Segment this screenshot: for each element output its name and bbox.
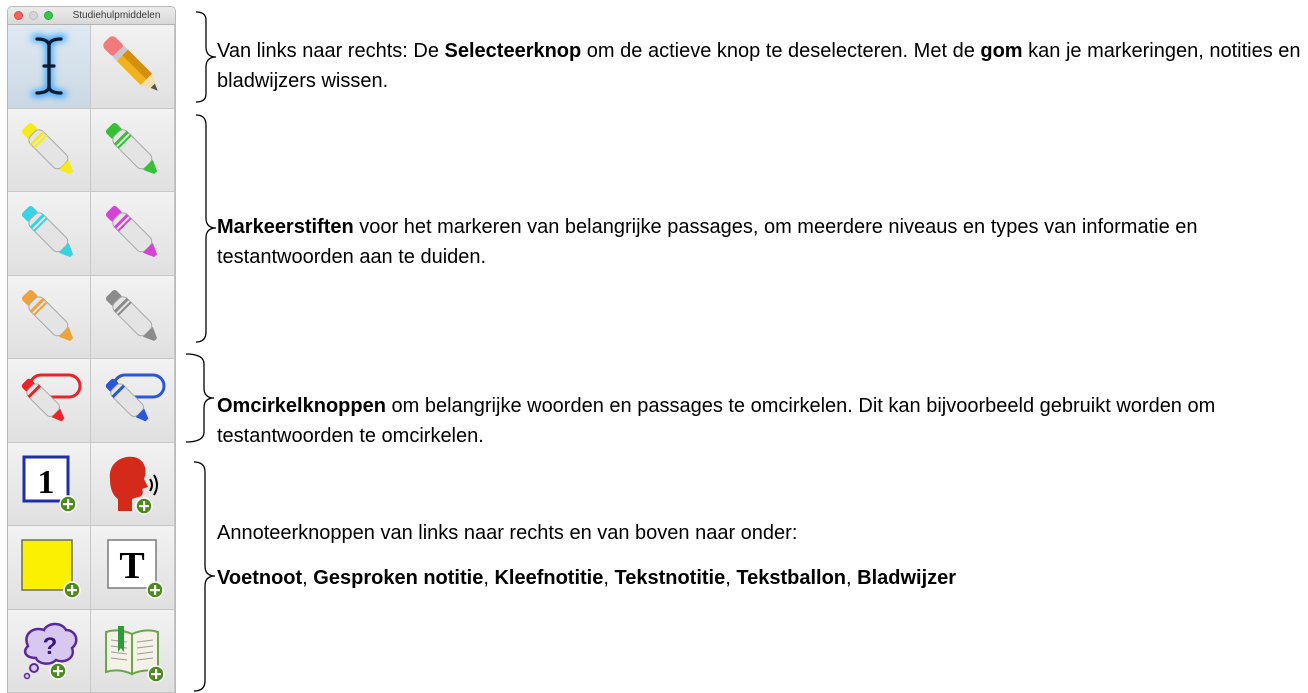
highlighter-cyan-button[interactable] <box>8 192 91 276</box>
text-note-icon: T <box>106 539 164 599</box>
tool-grid: 1 T ? <box>8 25 175 693</box>
term-bladwijzer: Bladwijzer <box>857 567 957 589</box>
sticky-note-button[interactable] <box>8 526 91 610</box>
term-voetnoot: Voetnoot <box>217 567 303 589</box>
text-note-letter: T <box>119 545 144 587</box>
text-balloon-button[interactable]: ? <box>8 609 91 693</box>
term-tekstballon: Tekstballon <box>736 567 847 589</box>
term-gesproken-notitie: Gesproken notitie <box>313 567 484 589</box>
description-highlighters: Markeerstiften voor het markeren van bel… <box>217 216 1198 268</box>
circle-tool-red-button[interactable] <box>8 359 91 443</box>
highlighter-green-button[interactable] <box>91 108 175 192</box>
highlighter-gray-button[interactable] <box>91 275 175 359</box>
highlighter-green-icon <box>105 122 157 174</box>
study-tools-palette: Studiehulpmiddelen 1 T ? <box>7 6 176 693</box>
spoken-note-icon <box>109 456 158 515</box>
footnote-number: 1 <box>38 464 55 501</box>
circle-marker-red-icon <box>21 373 82 422</box>
text-balloon-icon: ? <box>23 622 78 680</box>
add-badge-icon <box>134 497 153 515</box>
term-markeerstiften: Markeerstiften <box>217 216 354 238</box>
circle-tool-blue-button[interactable] <box>91 359 175 443</box>
spoken-note-button[interactable] <box>91 442 175 526</box>
balloon-question-mark: ? <box>43 633 58 660</box>
highlighter-cyan-icon <box>21 206 74 258</box>
term-tekstnotitie: Tekstnotitie <box>614 567 726 589</box>
term-omcirkelknoppen: Omcirkelknoppen <box>217 395 386 417</box>
add-badge-icon <box>63 581 81 599</box>
brace-select-eraser <box>195 11 217 103</box>
footnote-icon: 1 <box>22 455 77 513</box>
add-badge-icon <box>49 662 67 680</box>
description-select-eraser: Van links naar rechts: De Selecteerknop … <box>217 40 1301 92</box>
eraser-tool-button[interactable] <box>91 25 175 109</box>
term-selecteerknop: Selecteerknop <box>444 40 582 62</box>
highlighter-magenta-icon <box>105 206 157 258</box>
minimize-window-button[interactable] <box>29 11 38 20</box>
bookmark-icon <box>104 625 165 683</box>
term-kleefnotitie: Kleefnotitie <box>494 567 604 589</box>
close-window-button[interactable] <box>14 11 23 20</box>
bookmark-button[interactable] <box>91 609 175 693</box>
brace-annotations <box>193 461 216 692</box>
window-titlebar[interactable]: Studiehulpmiddelen <box>8 7 175 25</box>
window-title: Studiehulpmiddelen <box>72 10 161 21</box>
term-gom: gom <box>980 40 1023 62</box>
add-badge-icon <box>145 581 164 599</box>
description-circle-tools: Omcirkelknoppen om belangrijke woorden e… <box>217 395 1216 447</box>
highlighter-magenta-button[interactable] <box>91 192 175 276</box>
highlighter-orange-icon <box>21 289 74 341</box>
eraser-pencil-icon <box>102 36 158 91</box>
brace-circle-tools <box>185 353 215 443</box>
footnote-button[interactable]: 1 <box>8 442 91 526</box>
description-annotations-list: Voetnoot, Gesproken notitie, Kleefnotiti… <box>217 567 957 589</box>
add-badge-icon <box>59 495 77 513</box>
text-cursor-select-icon <box>31 34 67 98</box>
highlighter-gray-icon <box>105 289 157 341</box>
highlighter-orange-button[interactable] <box>8 275 91 359</box>
sticky-note-icon <box>21 539 81 599</box>
brace-highlighters <box>195 114 217 343</box>
circle-marker-blue-icon <box>105 373 165 422</box>
text-note-button[interactable]: T <box>91 526 175 610</box>
zoom-window-button[interactable] <box>44 11 53 20</box>
highlighter-yellow-icon <box>21 122 74 174</box>
select-tool-button[interactable] <box>8 25 91 109</box>
highlighter-yellow-button[interactable] <box>8 108 91 192</box>
add-badge-icon <box>146 665 165 683</box>
description-annotations-intro: Annoteerknoppen van links naar rechts en… <box>217 522 798 544</box>
